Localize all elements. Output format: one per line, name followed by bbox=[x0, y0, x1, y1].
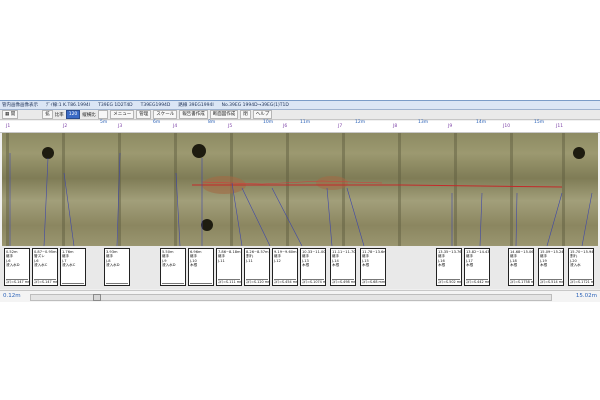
ratio-select[interactable]: 120 bbox=[65, 110, 81, 119]
joint-bands bbox=[6, 133, 565, 246]
defect-note[interactable]: 11.11~11.70m 継手 J-14 木根 ｽｷﾏ=S.498 mm bbox=[330, 248, 356, 286]
scale-label: 縦横比 bbox=[82, 112, 96, 118]
joint-label[interactable]: J7 bbox=[338, 124, 342, 129]
defect-note[interactable]: 9.19~9.60m 継手 J-12 ｽｷﾏ=S.454 mm bbox=[272, 248, 298, 286]
status-bar: 0.12m 15.02m bbox=[0, 290, 600, 302]
joint-label[interactable]: J10 bbox=[503, 124, 510, 129]
distance-label: 10m bbox=[263, 120, 274, 125]
toolbar: ▦ 開 拡 比率 120 縦横比 メニュー 管理 スケール 報告書作成 断面図作… bbox=[0, 110, 600, 120]
joint-label[interactable]: J2 bbox=[63, 124, 67, 129]
report-button[interactable]: 報告書作成 bbox=[179, 110, 208, 119]
joint-label[interactable]: J9 bbox=[448, 124, 452, 129]
title-segment: T39EG 1D2T4D bbox=[98, 102, 133, 108]
defect-note[interactable]: 3.93m 継手 J-8 浸入水D bbox=[104, 248, 130, 286]
joint-label[interactable]: J3 bbox=[118, 124, 122, 129]
annotation-strip: 0.52m 継手 J-6 浸入水D ｽｷﾏ=S.147 mm 0.87~0.95… bbox=[0, 246, 600, 289]
joint-label[interactable]: J8 bbox=[393, 124, 397, 129]
defect-note[interactable]: 5.50m 継手 J-9 浸入水D bbox=[160, 248, 186, 286]
joint-label[interactable]: J4 bbox=[173, 124, 177, 129]
joint-label[interactable]: J1 bbox=[6, 124, 10, 129]
defect-note[interactable]: 6.96m 継手 J-10 木根 bbox=[188, 248, 214, 286]
open-button[interactable]: ▦ 開 bbox=[2, 110, 19, 119]
distance-label: 14m bbox=[476, 120, 487, 125]
scale-select[interactable] bbox=[97, 110, 109, 119]
defect-note[interactable]: 13.35~13.76m 継手 J-16 木根 ｽｷﾏ=S.502 mm bbox=[436, 248, 462, 286]
defect-note[interactable]: 15.09~15.24m 継手 J-19 木根 ｽｷﾏ=S.514 mm bbox=[538, 248, 564, 286]
lateral-holes bbox=[42, 144, 585, 231]
scale-button[interactable]: スケール bbox=[153, 110, 178, 119]
pipe-inspection-window: 管内画像画像表示 ﾃﾞｲ線:1 K.T86.1994I T39EG 1D2T4D… bbox=[0, 100, 600, 302]
end-position: 15.02m bbox=[575, 293, 597, 299]
distance-label: 8m bbox=[208, 120, 216, 125]
defect-note[interactable]: 7.86~8.18m 継手 J-11 ｽｷﾏ=S.111 mm bbox=[216, 248, 242, 286]
defect-note[interactable]: 13.82~14.43m 継手 J-17 木根 ｽｷﾏ=S.442 mm bbox=[464, 248, 490, 286]
distance-label: 12m bbox=[355, 120, 366, 125]
title-segment: 管内画像画像表示 bbox=[2, 103, 38, 108]
title-segment: ﾃﾞｲ線:1 K.T86.1994I bbox=[46, 103, 91, 108]
start-position: 0.12m bbox=[3, 293, 21, 299]
distance-label: 11m bbox=[300, 120, 311, 125]
horizontal-scrollbar[interactable] bbox=[30, 294, 552, 301]
defect-note[interactable]: 15.70~15.94m 割れ J-20 浸入水 ｽｷﾏ=S.1721 mm bbox=[568, 248, 594, 286]
joint-label[interactable]: J11 bbox=[556, 124, 563, 129]
distance-label: 5m bbox=[100, 120, 108, 125]
pipe-scan-image[interactable] bbox=[2, 133, 598, 246]
defect-note[interactable]: 1.76m 継手 J-7 浸入水C bbox=[60, 248, 86, 286]
joint-label[interactable]: J6 bbox=[283, 124, 287, 129]
title-bar: 管内画像画像表示 ﾃﾞｲ線:1 K.T86.1994I T39EG 1D2T4D… bbox=[0, 101, 600, 110]
distance-label: 13m bbox=[418, 120, 429, 125]
title-segment: 路線 39EG1994I bbox=[178, 103, 214, 108]
help-button[interactable]: ヘルプ bbox=[252, 110, 273, 119]
title-segment: T39EG1994D bbox=[140, 102, 171, 108]
close-button[interactable]: 閉 bbox=[240, 110, 251, 119]
manage-button[interactable]: 管理 bbox=[136, 110, 152, 119]
defect-note[interactable]: 10.33~11.00m 継手 J-13 木根 ｽｷﾏ=S.1074 mm bbox=[300, 248, 326, 286]
menu-button[interactable]: メニュー bbox=[110, 110, 135, 119]
defect-note[interactable]: 0.52m 継手 J-6 浸入水D ｽｷﾏ=S.147 mm bbox=[4, 248, 30, 286]
defect-note[interactable]: 0.87~0.95m 管ズレ J-6 浸入水C ｽｷﾏ=S.147 mm bbox=[32, 248, 58, 286]
distance-label: 6m bbox=[153, 120, 161, 125]
section-button[interactable]: 断面図作成 bbox=[209, 110, 239, 119]
pipe-scan-graphics bbox=[6, 133, 593, 246]
joint-label[interactable]: J5 bbox=[228, 124, 232, 129]
scrollbar-thumb[interactable] bbox=[93, 294, 101, 301]
defect-note[interactable]: 14.68~15.06m 継手 J-18 木根 ｽｷﾏ=S.1758 mm bbox=[508, 248, 534, 286]
zoom-button[interactable]: 拡 bbox=[42, 110, 53, 119]
distance-label: 15m bbox=[534, 120, 545, 125]
folder-icon: ▦ bbox=[5, 112, 10, 117]
defect-note[interactable]: 8.26~8.57m 割れ J-11 ｽｷﾏ=S.120 mm bbox=[244, 248, 270, 286]
distance-ruler: J1 J2 J3 J4 J5 J6 J7 J8 J9 J10 J11 5m 6m… bbox=[0, 120, 600, 133]
root-intrusion-area bbox=[192, 176, 563, 194]
title-segment: No.39EG 1994D→39EG(1)T1D bbox=[221, 102, 289, 108]
defect-note[interactable]: 11.78~13.6m 継手 J-15 木根 ｽｷﾏ=S.68 mm bbox=[360, 248, 386, 286]
annotation-leaders bbox=[9, 152, 593, 246]
ratio-label: 比率 bbox=[54, 112, 64, 118]
